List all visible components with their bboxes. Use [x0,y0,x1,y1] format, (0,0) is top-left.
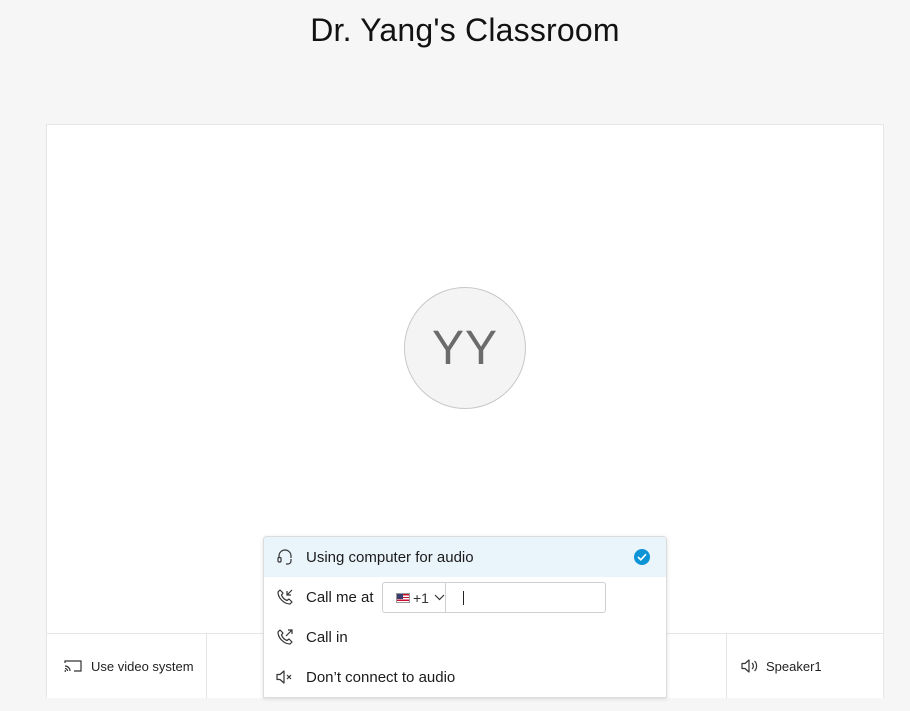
phone-outgoing-icon [276,628,294,646]
avatar: YY [404,287,526,409]
headset-icon [276,548,294,566]
us-flag-icon [396,592,410,603]
checkmark-icon [634,549,650,565]
speaker-mute-icon [276,668,294,686]
phone-number-group: +1 [382,582,637,613]
use-video-system-label: Use video system [91,658,194,674]
menu-item-label: Don’t connect to audio [306,668,456,686]
menu-item-label: Using computer for audio [306,548,474,566]
use-video-system-button[interactable]: Use video system [47,634,207,698]
country-code-label: +1 [413,589,429,606]
menu-item-computer-audio[interactable]: Using computer for audio [264,537,666,577]
text-cursor [463,591,464,605]
menu-item-call-in[interactable]: Call in [264,617,666,657]
chevron-down-icon [434,594,445,601]
phone-callback-icon [276,588,294,606]
phone-number-input[interactable] [445,583,637,612]
page-title: Dr. Yang's Classroom [310,12,620,48]
speaker-label: Speaker1 [766,658,822,674]
audio-options-menu: Using computer for audio Call me at +1 C… [263,536,667,698]
country-code-select[interactable]: +1 [383,583,446,612]
speaker-select-button[interactable]: Speaker1 [726,634,883,698]
menu-item-label: Call me at [306,588,374,606]
menu-item-call-me[interactable]: Call me at +1 [264,577,666,617]
menu-item-label: Call in [306,628,348,646]
cast-icon [64,659,82,673]
menu-item-no-audio[interactable]: Don’t connect to audio [264,657,666,697]
speaker-icon [741,658,759,674]
